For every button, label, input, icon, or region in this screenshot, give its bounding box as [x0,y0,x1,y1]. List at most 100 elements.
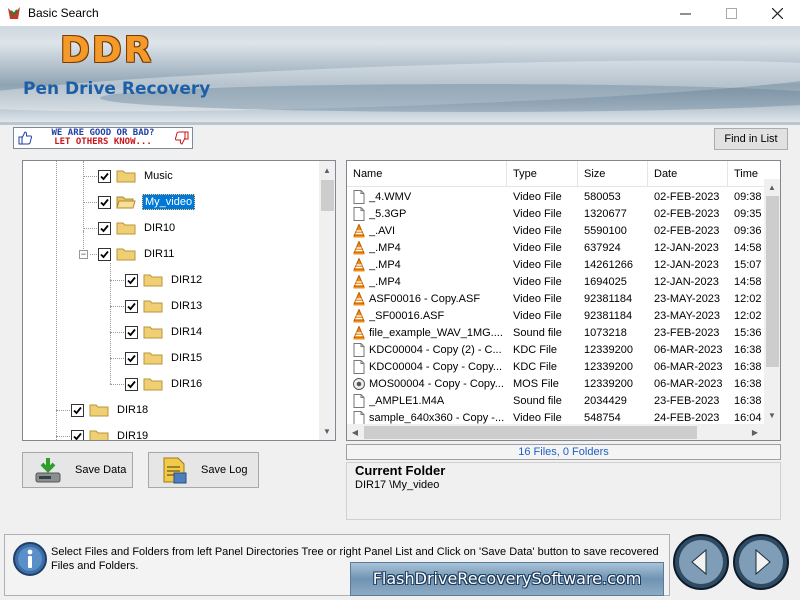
file-date: 02-FEB-2023 [654,207,720,220]
scroll-up-arrow[interactable]: ▲ [764,179,780,195]
scroll-left-arrow[interactable]: ◀ [347,424,363,440]
close-button[interactable] [754,0,800,26]
table-row[interactable]: _SF00016.ASF Video File 92381184 23-MAY-202… [347,307,768,324]
file-type: KDC File [513,360,558,373]
file-time: 09:38 [734,190,762,203]
file-date: 12-JAN-2023 [654,258,719,271]
feedback-link[interactable]: WE ARE GOOD OR BAD? LET OTHERS KNOW... [13,127,193,149]
tree-node-label: DIR12 [171,274,203,286]
file-time: 16:38 [734,343,762,356]
file-time: 16:38 [734,394,762,407]
list-vscrollbar[interactable]: ▲ ▼ [764,179,780,424]
table-row[interactable]: ASF00016 - Copy.ASF Video File 92381184 23-… [347,290,768,307]
file-name: _.MP4 [369,241,401,254]
tree-checkbox[interactable] [98,247,111,261]
tree-checkbox[interactable] [71,429,84,440]
next-button[interactable] [732,533,790,591]
tree-checkbox[interactable] [125,299,138,313]
table-row[interactable]: _AMPLE1.M4A Sound file 2034429 23-FEB-2023 1… [347,392,768,409]
table-row[interactable]: _5.3GP Video File 1320677 02-FEB-2023 09:35 [347,205,768,222]
collapse-toggle[interactable]: − [79,250,88,259]
scroll-thumb[interactable] [321,180,334,211]
tree-node[interactable]: DIR19 [71,427,150,440]
file-size: 1073218 [584,326,627,339]
table-row[interactable]: _.AVI Video File 5590100 02-FEB-2023 09:36 [347,222,768,239]
file-size: 12339200 [584,360,633,373]
tree-checkbox[interactable] [98,169,111,183]
scroll-down-arrow[interactable]: ▼ [319,423,335,439]
table-row[interactable]: MOS00004 - Copy - Copy... MOS File 1233920… [347,375,768,392]
table-row[interactable]: _.MP4 Video File 637924 12-JAN-2023 14:58 [347,239,768,256]
table-row[interactable]: KDC00004 - Copy - Copy... KDC File 1233920… [347,358,768,375]
scroll-thumb[interactable] [364,426,697,439]
tree-scrollbar[interactable]: ▲ ▼ [319,161,335,440]
folder-icon [116,168,136,184]
tree-checkbox[interactable] [98,195,111,209]
file-size: 637924 [584,241,621,254]
app-icon [8,7,20,19]
tree-node[interactable]: DIR10 [98,219,177,237]
tree-node[interactable]: DIR15 [125,349,204,367]
scroll-right-arrow[interactable]: ▶ [747,424,763,440]
file-date: 23-MAY-2023 [654,292,721,305]
vlc-icon [353,290,365,306]
tree-node[interactable]: DIR16 [125,375,204,393]
file-name: _4.WMV [369,190,412,203]
minimize-button[interactable] [662,0,708,26]
file-date: 12-JAN-2023 [654,275,719,288]
file-time: 09:35 [734,207,762,220]
file-type: Video File [513,224,562,237]
tree-checkbox[interactable] [125,377,138,391]
table-row[interactable]: _4.WMV Video File 580053 02-FEB-2023 09:38 [347,188,768,205]
header-banner: DDR Pen Drive Recovery [0,26,800,122]
scroll-up-arrow[interactable]: ▲ [319,162,335,178]
table-row[interactable]: _.MP4 Video File 14261266 12-JAN-2023 15:07 [347,256,768,273]
scroll-down-arrow[interactable]: ▼ [764,407,780,423]
directory-tree[interactable]: − Music My_video DIR10 DIR11 DIR12 DIR13 DIR14… [22,160,336,441]
tree-node[interactable]: DIR13 [125,297,204,315]
table-row[interactable]: KDC00004 - Copy (2) - C... KDC File 123392… [347,341,768,358]
table-row[interactable]: _.MP4 Video File 1694025 12-JAN-2023 14:58 [347,273,768,290]
tree-node[interactable]: DIR18 [71,401,150,419]
tree-checkbox[interactable] [71,403,84,417]
table-row[interactable]: file_example_WAV_1MG.... Sound file 107321… [347,324,768,341]
list-hscrollbar[interactable]: ◀ ▶ [347,424,780,440]
find-in-list-button[interactable]: Find in List [714,128,788,150]
col-size[interactable]: Size [578,161,648,187]
website-banner[interactable]: FlashDriveRecoverySoftware.com [350,562,664,596]
scroll-thumb[interactable] [766,196,779,367]
vlc-icon [353,256,365,272]
file-name: _.MP4 [369,275,401,288]
tree-node[interactable]: DIR14 [125,323,204,341]
col-date[interactable]: Date [648,161,728,187]
file-time: 16:04 [734,411,762,424]
maximize-button[interactable] [708,0,754,26]
doc-icon [353,206,365,221]
file-name: _SF00016.ASF [369,309,445,322]
save-log-button[interactable]: Save Log [148,452,259,488]
col-type[interactable]: Type [507,161,578,187]
save-data-button[interactable]: Save Data [22,452,133,488]
folder-icon [116,194,136,210]
vlc-icon [353,222,365,238]
tree-node-label: DIR15 [171,352,203,364]
tree-node[interactable]: Music [98,167,175,185]
file-date: 06-MAR-2023 [654,343,723,356]
back-button[interactable] [672,533,730,591]
file-time: 15:36 [734,326,762,339]
tree-checkbox[interactable] [125,273,138,287]
tree-node[interactable]: DIR11 [98,245,176,263]
tree-node[interactable]: My_video [98,193,196,211]
file-size: 92381184 [584,292,633,305]
tree-node-label: DIR18 [117,404,149,416]
tree-checkbox[interactable] [125,351,138,365]
current-folder-title: Current Folder [355,463,446,478]
tree-checkbox[interactable] [98,221,111,235]
file-list[interactable]: Name Type Size Date Time _4.WMV Video Fil… [346,160,781,441]
folder-icon [143,272,163,288]
file-size: 1320677 [584,207,627,220]
tree-checkbox[interactable] [125,325,138,339]
col-name[interactable]: Name [347,161,507,187]
tree-node-label: DIR11 [144,248,175,260]
tree-node[interactable]: DIR12 [125,271,204,289]
